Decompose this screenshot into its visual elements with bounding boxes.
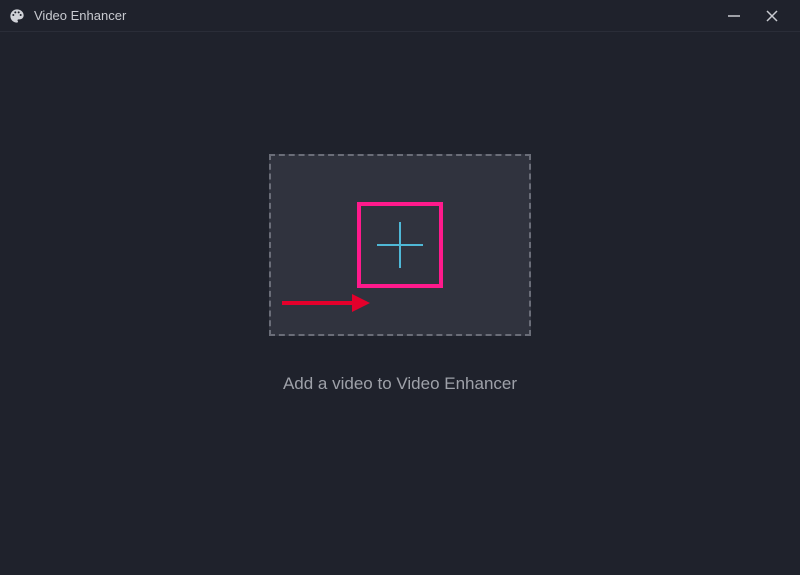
- close-icon: [764, 8, 780, 24]
- app-title: Video Enhancer: [34, 8, 724, 23]
- palette-icon: [8, 7, 26, 25]
- add-video-dropzone[interactable]: [269, 154, 531, 336]
- minimize-icon: [726, 8, 742, 24]
- main-content: Add a video to Video Enhancer: [0, 32, 800, 575]
- close-button[interactable]: [762, 6, 782, 26]
- window-controls: [724, 6, 792, 26]
- annotation-highlight-box: [357, 202, 443, 288]
- instruction-text: Add a video to Video Enhancer: [283, 374, 517, 394]
- plus-icon: [371, 216, 429, 274]
- titlebar: Video Enhancer: [0, 0, 800, 32]
- minimize-button[interactable]: [724, 6, 744, 26]
